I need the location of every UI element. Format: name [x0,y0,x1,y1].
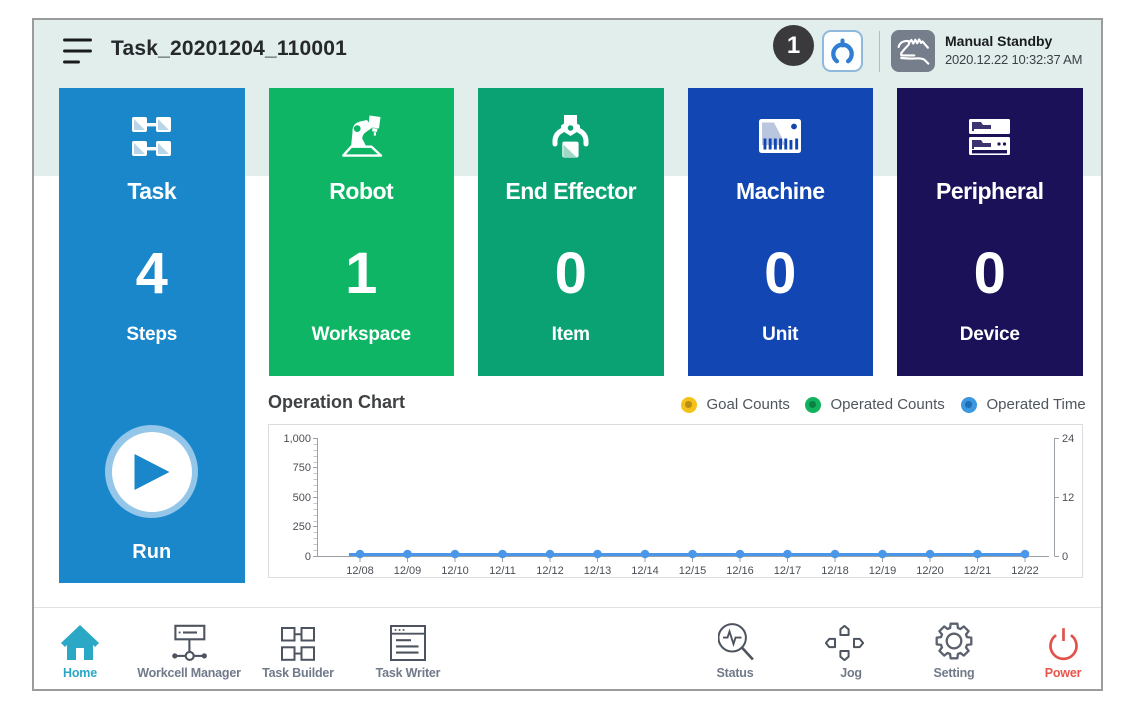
svg-text:12/18: 12/18 [821,565,849,577]
svg-text:12/13: 12/13 [584,565,612,577]
svg-text:12/16: 12/16 [726,565,754,577]
svg-text:12/09: 12/09 [394,565,422,577]
svg-text:12/20: 12/20 [916,565,944,577]
svg-text:0: 0 [305,551,311,563]
svg-text:12/15: 12/15 [679,565,707,577]
svg-text:12/10: 12/10 [441,565,469,577]
svg-text:12/22: 12/22 [1011,565,1039,577]
svg-text:12/14: 12/14 [631,565,659,577]
svg-text:12/08: 12/08 [346,565,374,577]
svg-text:12/21: 12/21 [964,565,992,577]
svg-text:12/11: 12/11 [489,565,516,577]
svg-text:12/17: 12/17 [774,565,802,577]
svg-text:12: 12 [1062,492,1074,504]
svg-text:0: 0 [1062,551,1068,563]
svg-text:1,000: 1,000 [283,433,311,445]
svg-text:12/19: 12/19 [869,565,897,577]
svg-text:750: 750 [293,462,311,474]
svg-text:24: 24 [1062,433,1074,445]
svg-text:250: 250 [293,521,311,533]
svg-text:500: 500 [293,492,311,504]
svg-text:12/12: 12/12 [536,565,564,577]
